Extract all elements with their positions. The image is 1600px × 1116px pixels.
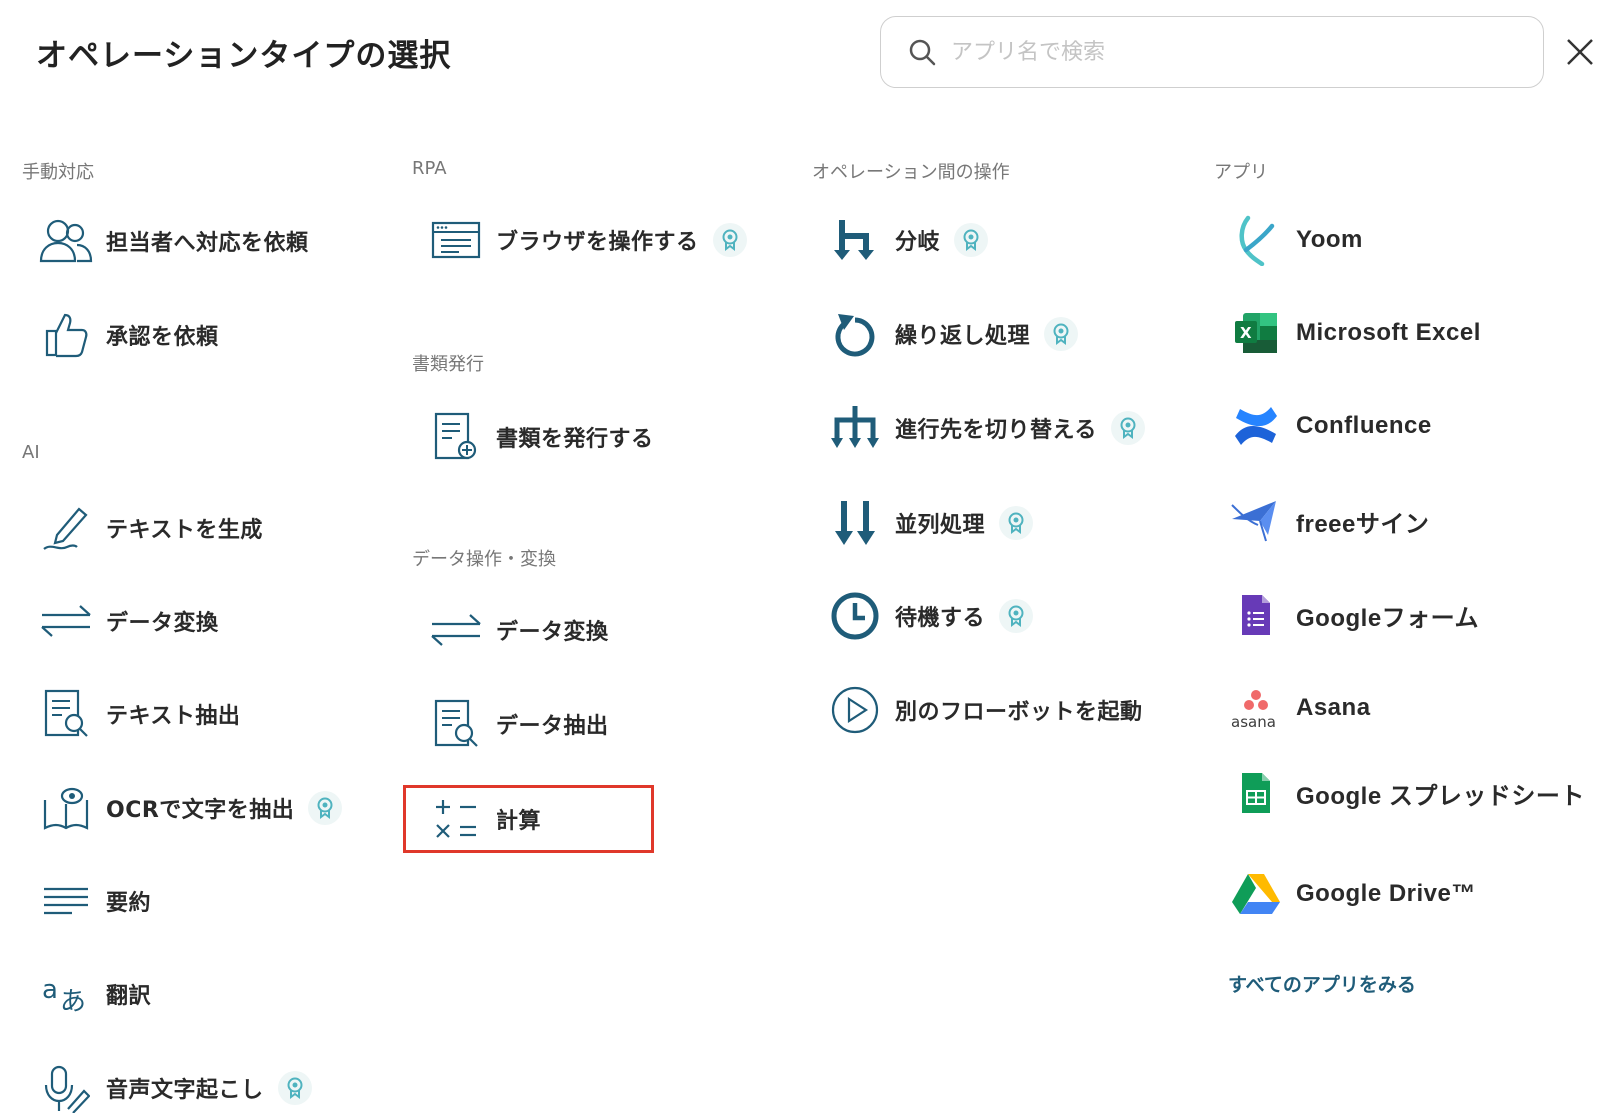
- browser-window-icon: [426, 212, 486, 268]
- op-ai-ocr[interactable]: OCRで文字を抽出: [36, 780, 343, 836]
- op-ai-generate-text[interactable]: テキストを生成: [36, 500, 263, 556]
- excel-logo-icon: X: [1226, 305, 1286, 361]
- section-label-rpa: RPA: [412, 158, 447, 179]
- app-confluence[interactable]: Confluence: [1226, 398, 1432, 454]
- confluence-logo-icon: [1226, 398, 1286, 454]
- app-google-sheets[interactable]: Google スプレッドシート: [1226, 765, 1585, 821]
- op-calculate[interactable]: 計算: [426, 791, 541, 847]
- op-ai-translate[interactable]: aあ 翻訳: [36, 966, 151, 1022]
- section-label-between-ops: オペレーション間の操作: [812, 162, 1010, 183]
- play-circle-icon: [825, 682, 885, 738]
- op-rpa-browser[interactable]: ブラウザを操作する: [426, 212, 747, 268]
- translate-icon: aあ: [36, 966, 96, 1022]
- op-branch[interactable]: 分岐: [825, 212, 989, 268]
- app-freee-sign[interactable]: freeeサイン: [1226, 493, 1429, 549]
- lines-icon: [36, 873, 96, 929]
- pencil-icon: [36, 500, 96, 556]
- book-eye-icon: [36, 780, 96, 836]
- document-search-icon: [426, 696, 486, 752]
- close-icon: [1567, 39, 1593, 65]
- document-search-icon: [36, 686, 96, 742]
- document-add-icon: [426, 409, 486, 465]
- op-wait[interactable]: 待機する: [825, 588, 1034, 644]
- ribbon-badge-icon: [277, 1071, 312, 1105]
- ribbon-badge-icon: [999, 506, 1034, 540]
- freee-sign-logo-icon: [1226, 493, 1286, 549]
- svg-text:asana: asana: [1231, 713, 1276, 730]
- ribbon-badge-icon: [308, 791, 343, 825]
- svg-text:X: X: [1240, 324, 1252, 342]
- app-google-forms[interactable]: Googleフォーム: [1226, 587, 1479, 643]
- ribbon-badge-icon: [1044, 317, 1079, 351]
- microphone-icon: [36, 1060, 96, 1116]
- app-google-drive[interactable]: Google Drive™: [1226, 866, 1476, 922]
- ribbon-badge-icon: [999, 599, 1034, 633]
- app-yoom[interactable]: Yoom: [1226, 212, 1363, 268]
- parallel-arrows-icon: [825, 495, 885, 551]
- section-label-docs: 書類発行: [412, 354, 484, 375]
- google-forms-logo-icon: [1226, 587, 1286, 643]
- thumbs-up-icon: [36, 307, 96, 363]
- op-ai-text-extract[interactable]: テキスト抽出: [36, 686, 240, 742]
- see-all-apps-link[interactable]: すべてのアプリをみる: [1228, 970, 1416, 997]
- app-microsoft-excel[interactable]: X Microsoft Excel: [1226, 305, 1481, 361]
- google-sheets-logo-icon: [1226, 765, 1286, 821]
- page-title: オペレーションタイプの選択: [36, 38, 452, 74]
- svg-text:あ: あ: [60, 987, 86, 1014]
- op-ai-transcribe[interactable]: 音声文字起こし: [36, 1060, 312, 1116]
- branch-icon: [825, 212, 885, 268]
- search-icon: [907, 37, 937, 67]
- section-label-apps: アプリ: [1214, 162, 1268, 183]
- op-loop[interactable]: 繰り返し処理: [825, 306, 1079, 362]
- section-label-ai: AI: [22, 442, 40, 463]
- ribbon-badge-icon: [954, 223, 989, 257]
- loop-icon: [825, 306, 885, 362]
- op-issue-document[interactable]: 書類を発行する: [426, 409, 654, 465]
- close-button[interactable]: [1562, 34, 1598, 70]
- swap-arrows-icon: [36, 593, 96, 649]
- section-label-manual: 手動対応: [22, 162, 94, 183]
- op-data-extract[interactable]: データ抽出: [426, 696, 609, 752]
- op-data-convert[interactable]: データ変換: [426, 602, 609, 658]
- search-input[interactable]: [949, 38, 1513, 66]
- op-request-assignee[interactable]: 担当者へ対応を依頼: [36, 213, 309, 269]
- calculator-icon: [426, 791, 486, 847]
- search-box[interactable]: [880, 16, 1544, 88]
- op-parallel[interactable]: 並列処理: [825, 495, 1034, 551]
- people-icon: [36, 213, 96, 269]
- google-drive-logo-icon: [1226, 866, 1286, 922]
- section-label-data-ops: データ操作・変換: [412, 549, 556, 570]
- switch-route-icon: [825, 400, 885, 456]
- swap-arrows-icon: [426, 602, 486, 658]
- ribbon-badge-icon: [1110, 411, 1145, 445]
- svg-text:a: a: [42, 975, 58, 1005]
- op-ai-data-convert[interactable]: データ変換: [36, 593, 219, 649]
- asana-logo-icon: asana: [1226, 680, 1286, 736]
- app-asana[interactable]: asana Asana: [1226, 680, 1371, 736]
- op-request-approval[interactable]: 承認を依頼: [36, 307, 219, 363]
- op-switch-route[interactable]: 進行先を切り替える: [825, 400, 1145, 456]
- op-ai-summary[interactable]: 要約: [36, 873, 151, 929]
- op-launch-flowbot[interactable]: 別のフローボットを起動: [825, 682, 1143, 738]
- ribbon-badge-icon: [712, 223, 747, 257]
- yoom-logo-icon: [1226, 212, 1286, 268]
- clock-icon: [825, 588, 885, 644]
